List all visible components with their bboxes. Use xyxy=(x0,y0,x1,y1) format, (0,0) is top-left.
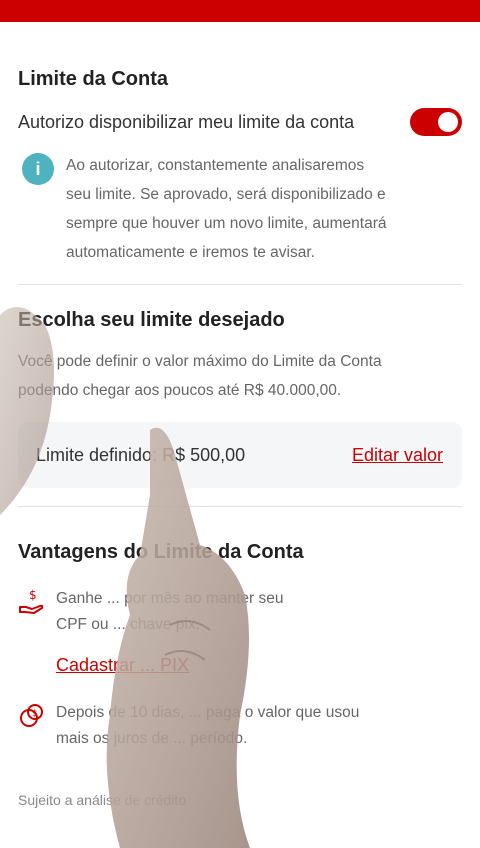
divider xyxy=(18,284,462,285)
svg-text:$: $ xyxy=(32,709,38,719)
register-pix-row: Cadastrar ... PIX xyxy=(18,655,462,676)
desired-limit-title: Escolha seu limite desejado xyxy=(18,309,285,331)
credit-analysis-note: Sujeito a análise de crédito xyxy=(18,792,187,808)
advantage-bonus-text: Ganhe ... por mês ao manter seu CPF ou .… xyxy=(56,590,284,633)
account-limit-title: Limite da Conta xyxy=(18,68,169,90)
svg-text:$: $ xyxy=(29,588,37,602)
advantage-item-bonus: $ Ganhe ... por mês ao manter seu CPF ou… xyxy=(18,586,462,638)
edit-value-link[interactable]: Editar valor xyxy=(352,445,443,466)
divider xyxy=(18,506,462,507)
advantage-item-interest: $ Depois de 10 dias, ... paga o valor qu… xyxy=(18,700,462,752)
hand-money-icon: $ xyxy=(19,588,44,614)
authorize-limit-label: Autorizo disponibilizar meu limite da co… xyxy=(18,111,355,132)
advantage-interest-text: Depois de 10 dias, ... paga o valor que … xyxy=(56,704,360,747)
authorize-limit-toggle[interactable] xyxy=(410,108,462,136)
defined-limit-panel: Limite definido: R$ 500,00 Editar valor xyxy=(18,422,462,488)
app-header-bar xyxy=(0,0,480,22)
authorize-limit-row: Autorizo disponibilizar meu limite da co… xyxy=(18,106,462,138)
info-text: Ao autorizar, constantemente analisaremo… xyxy=(66,157,387,261)
advantages-title: Vantagens do Limite da Conta xyxy=(18,541,304,563)
info-icon: i xyxy=(22,153,54,185)
info-box: i Ao autorizar, constantemente analisare… xyxy=(18,151,462,267)
desired-limit-description: Você pode definir o valor máximo do Limi… xyxy=(18,353,382,399)
coins-icon: $ xyxy=(20,704,43,727)
defined-limit-value: Limite definido: R$ 500,00 xyxy=(36,444,246,465)
toggle-knob xyxy=(438,112,458,132)
register-pix-link[interactable]: Cadastrar ... PIX xyxy=(56,655,189,675)
